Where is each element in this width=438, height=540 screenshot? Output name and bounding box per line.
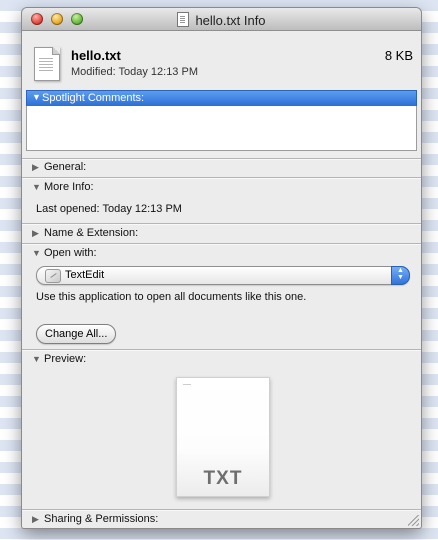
change-all-button[interactable]: Change All... — [36, 324, 117, 344]
sharing-permissions-label: Sharing & Permissions: — [44, 513, 159, 525]
divider — [22, 509, 421, 511]
title-bar[interactable]: hello.txt Info — [22, 8, 421, 31]
divider — [22, 223, 421, 225]
disclosure-expanded-icon[interactable]: ▼ — [32, 92, 41, 102]
divider — [22, 243, 421, 245]
document-icon — [177, 12, 190, 27]
open-with-section-header[interactable]: ▼ Open with: — [32, 247, 97, 259]
name-extension-section-header[interactable]: ▶ Name & Extension: — [32, 227, 138, 239]
divider — [22, 158, 421, 160]
spotlight-comments-label: Spotlight Comments: — [42, 92, 145, 104]
popup-arrows-icon[interactable]: ▲ ▼ — [391, 266, 410, 285]
preview-section-header[interactable]: ▼ Preview: — [32, 353, 86, 365]
last-opened-text: Last opened: Today 12:13 PM — [36, 203, 182, 215]
disclosure-expanded-icon[interactable]: ▼ — [32, 182, 44, 192]
preview-thumbnail: TXT — [176, 377, 270, 497]
disclosure-collapsed-icon[interactable]: ▶ — [32, 228, 44, 239]
name-extension-label: Name & Extension: — [44, 227, 139, 239]
window-title: hello.txt Info — [195, 13, 266, 28]
open-with-label: Open with: — [44, 247, 97, 259]
file-name: hello.txt — [71, 48, 121, 63]
text-document-icon — [34, 47, 60, 81]
spotlight-comments-header[interactable]: ▼ Spotlight Comments: — [26, 90, 417, 107]
disclosure-expanded-icon[interactable]: ▼ — [32, 354, 44, 364]
preview-label: Preview: — [44, 353, 87, 365]
file-size: 8 KB — [384, 48, 413, 63]
open-with-popup[interactable]: TextEdit ▲ ▼ — [36, 266, 410, 285]
more-info-section-header[interactable]: ▼ More Info: — [32, 181, 94, 193]
open-with-hint: Use this application to open all documen… — [36, 291, 307, 303]
disclosure-collapsed-icon[interactable]: ▶ — [32, 514, 44, 525]
general-label: General: — [44, 161, 87, 173]
preview-text-line — [183, 384, 191, 385]
resize-grip-icon[interactable] — [408, 515, 419, 526]
disclosure-collapsed-icon[interactable]: ▶ — [32, 162, 44, 173]
file-header: hello.txt 8 KB Modified: Today 12:13 PM — [22, 46, 421, 86]
textedit-app-icon — [45, 269, 61, 283]
spotlight-comments-field[interactable] — [26, 106, 417, 151]
window-title-wrap: hello.txt Info — [22, 12, 421, 28]
divider — [22, 349, 421, 351]
info-window: hello.txt Info hello.txt 8 KB Modified: … — [22, 8, 421, 528]
preview-type-label: TXT — [203, 468, 243, 489]
divider — [22, 177, 421, 179]
general-section-header[interactable]: ▶ General: — [32, 161, 86, 173]
more-info-label: More Info: — [44, 181, 94, 193]
sharing-permissions-section-header[interactable]: ▶ Sharing & Permissions: — [32, 513, 158, 525]
open-with-selected-app: TextEdit — [65, 269, 105, 281]
disclosure-expanded-icon[interactable]: ▼ — [32, 248, 44, 258]
file-modified: Modified: Today 12:13 PM — [71, 66, 198, 78]
